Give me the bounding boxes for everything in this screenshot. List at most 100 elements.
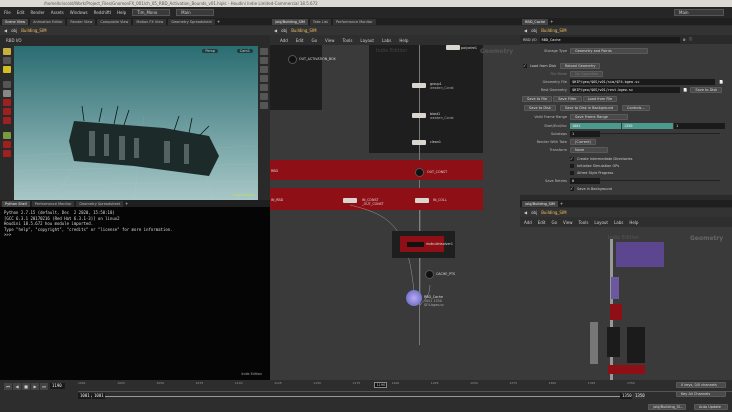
menu-redshift[interactable]: RedshiftI <box>94 10 111 15</box>
shading-icon[interactable] <box>260 75 268 82</box>
range-slider[interactable] <box>78 396 627 397</box>
rbd-bullet-solver-node[interactable] <box>407 242 424 247</box>
net-menu-go[interactable]: Go <box>552 220 558 225</box>
tab-save-filter[interactable]: Save Filter <box>553 95 582 102</box>
scope-path-button[interactable]: /obj/Building_SI... <box>648 404 686 410</box>
render-take-menu[interactable]: (Current) <box>570 138 596 145</box>
lower-network-editor[interactable]: Indie Edition Geometry <box>520 227 732 399</box>
tab-load-from-file[interactable]: Load from File <box>582 95 618 102</box>
net-menu-help[interactable]: Help <box>629 220 638 225</box>
menu-render[interactable]: Render <box>30 10 44 15</box>
range-end-field[interactable]: 1350 <box>620 393 632 399</box>
3d-viewport[interactable]: Persp Cam1 Indie Edition <box>13 46 259 201</box>
node-name-field[interactable]: RBD_Cache <box>539 36 680 43</box>
jump-end-icon[interactable]: ⏭ <box>40 383 48 390</box>
rotate-icon[interactable] <box>3 99 11 106</box>
path-root[interactable]: obj <box>281 28 287 33</box>
init-sim-checkbox[interactable] <box>570 163 574 168</box>
pointer-icon[interactable] <box>3 81 11 88</box>
play-reverse-icon[interactable]: ◀ <box>13 383 21 390</box>
net-menu-add[interactable]: Add <box>280 38 288 43</box>
gear-icon[interactable]: ⚙ <box>683 38 686 42</box>
path-node[interactable]: Building_SIM <box>291 28 316 33</box>
net-menu-layout[interactable]: Layout <box>360 38 374 43</box>
path-node[interactable]: Building_SIM <box>541 210 566 215</box>
net-menu-help[interactable]: Help <box>399 38 408 43</box>
net-menu-edit[interactable]: Edit <box>538 220 546 225</box>
save-to-disk-button[interactable]: Save to Disk <box>524 104 556 111</box>
save-in-background-button[interactable]: Save to Disk in Background <box>559 104 619 111</box>
range-end-field-2[interactable]: 1350 <box>633 393 645 399</box>
back-icon[interactable]: ◀ <box>274 28 277 33</box>
camera-persp-menu[interactable]: Persp <box>202 49 218 53</box>
rest-geometry-field[interactable]: $HIP/geo/$OS/v01/rest.bgeo.sc <box>570 86 680 93</box>
range-start-field[interactable]: 1001 <box>78 393 91 399</box>
menu-file[interactable]: File <box>4 10 11 15</box>
net-menu-layout[interactable]: Layout <box>594 220 608 225</box>
range-start-field-2[interactable]: 1001 <box>92 393 105 399</box>
retries-slider[interactable] <box>600 180 720 181</box>
add-tab-icon[interactable]: + <box>125 201 128 206</box>
substeps-slider[interactable] <box>600 133 720 134</box>
menu-assets[interactable]: Assets <box>51 10 64 15</box>
tab-network[interactable]: /obj/Building_SIM <box>272 18 308 25</box>
transform-tool-icon[interactable] <box>3 57 11 64</box>
tab-perf-monitor-mid[interactable]: Performance Monitor <box>332 18 376 25</box>
menu-help[interactable]: Help <box>117 10 126 15</box>
playhead[interactable]: 1190 <box>374 382 388 388</box>
jump-start-icon[interactable]: ⏮ <box>4 383 12 390</box>
file-mode-menu[interactable]: No Operation <box>570 70 604 77</box>
back-icon[interactable]: ◀ <box>524 210 527 215</box>
camera-menu[interactable]: Cam1 <box>236 49 253 53</box>
tab-take-list[interactable]: Take List <box>309 18 331 25</box>
net-menu-view[interactable]: View <box>563 220 573 225</box>
desktop-select-2[interactable]: Main <box>176 9 215 16</box>
light-icon[interactable] <box>260 66 268 73</box>
path-node[interactable]: Building_SIM <box>541 28 566 33</box>
transform-menu[interactable]: None <box>570 146 608 153</box>
path-node[interactable]: Building_SIM <box>21 28 46 33</box>
python-shell[interactable]: Python 2.7.15 (default, Dec 2 2020, 15:5… <box>0 207 270 380</box>
null-node-cache-pts[interactable] <box>425 270 434 279</box>
desktop-select-right[interactable]: Main <box>674 9 724 16</box>
tab-rbd-cache[interactable]: RBD_Cache <box>522 18 549 25</box>
network-editor[interactable]: OUT_ACTIVATION_BOX Indie Edition Geometr… <box>270 45 520 380</box>
net-menu-tools[interactable]: Tools <box>579 220 589 225</box>
path-root[interactable]: obj <box>531 210 537 215</box>
path-root[interactable]: obj <box>11 28 17 33</box>
display-option-icon[interactable] <box>260 48 268 55</box>
inc-field[interactable]: 1 <box>674 122 725 129</box>
tab-geo-spreadsheet-2[interactable]: Geometry Spreadsheet <box>76 200 124 207</box>
net-menu-add[interactable]: Add <box>524 220 532 225</box>
net-menu-go[interactable]: Go <box>312 38 318 43</box>
current-frame-field[interactable]: 1190 <box>50 383 65 389</box>
alfred-checkbox[interactable] <box>570 170 574 175</box>
save-bg-checkbox[interactable]: ✓ <box>570 186 574 191</box>
file-browse-icon[interactable]: 📄 <box>719 80 723 84</box>
tab-lower-network[interactable]: /obj/Building_SIM <box>522 200 558 207</box>
keys-channels-menu[interactable]: 0 keys, 0/0 channels <box>676 382 726 388</box>
help-icon[interactable]: ⓘ <box>689 37 693 42</box>
path-root[interactable]: obj <box>531 28 537 33</box>
play-icon[interactable]: ▶ <box>31 383 39 390</box>
file-browse-icon[interactable]: 📄 <box>683 88 687 92</box>
key-all-channels-menu[interactable]: Key All Channels <box>676 391 726 397</box>
add-tab-icon[interactable]: + <box>217 19 220 24</box>
net-menu-view[interactable]: View <box>325 38 335 43</box>
save-to-disk-top-button[interactable]: Save to Disk <box>690 86 723 93</box>
snap-icon[interactable] <box>3 150 11 157</box>
storage-type-menu[interactable]: Geometry and Points <box>570 47 648 54</box>
add-tab-icon[interactable]: + <box>560 201 563 206</box>
load-from-disk-checkbox[interactable]: ✓ <box>523 63 527 68</box>
lock-icon[interactable] <box>260 57 268 64</box>
select-tool-icon[interactable] <box>3 48 11 55</box>
tab-python-shell[interactable]: Python Shell <box>2 200 30 207</box>
frame-range-menu[interactable]: Save Frame Range <box>570 113 628 120</box>
retries-field[interactable]: 0 <box>570 177 600 184</box>
menu-edit[interactable]: Edit <box>17 10 25 15</box>
magnet-icon[interactable] <box>3 141 11 148</box>
handle-tool-icon[interactable] <box>3 66 11 73</box>
timeline-ruler[interactable]: 1001 1025 1050 1075 1100 1125 1150 1175 1200 1225… <box>78 380 732 392</box>
start-frame-field[interactable]: 1001 <box>570 122 621 129</box>
substeps-field[interactable]: 1 <box>570 130 600 137</box>
